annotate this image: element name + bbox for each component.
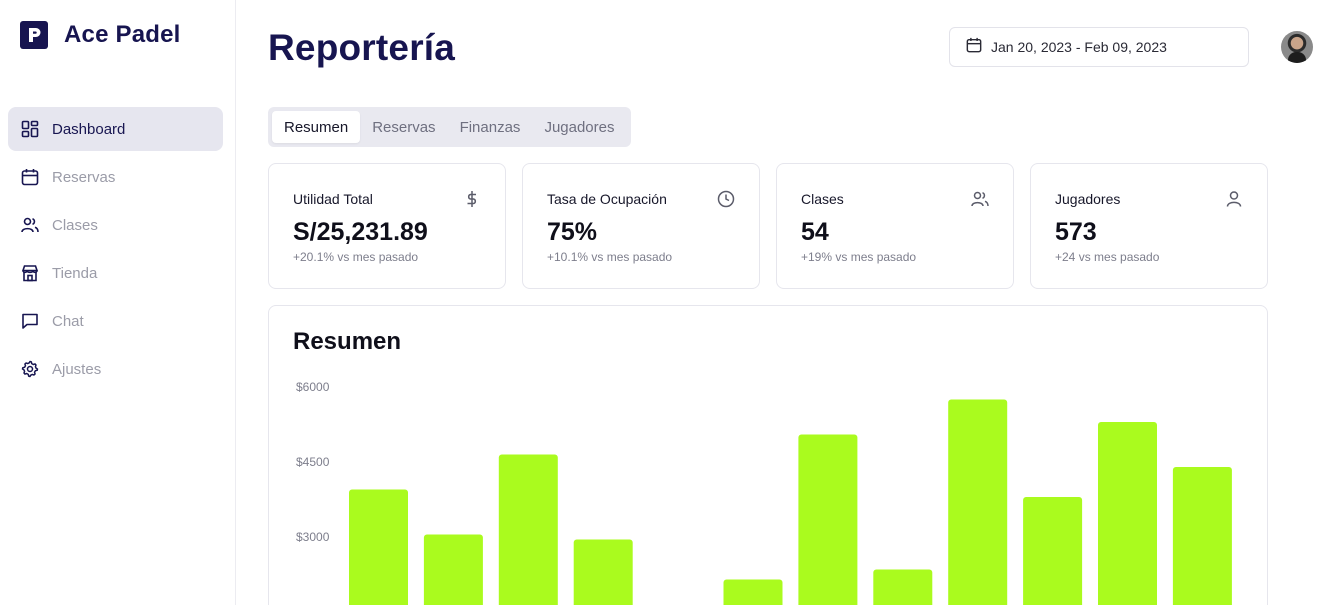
stat-change: +24 vs mes pasado (1055, 250, 1160, 264)
sidebar-item-dashboard[interactable]: Dashboard (8, 107, 223, 151)
stat-title: Tasa de Ocupación (547, 191, 667, 207)
chart-bar[interactable] (349, 489, 408, 605)
y-tick-label: $6000 (296, 380, 330, 394)
stat-title: Jugadores (1055, 191, 1121, 207)
stat-value: S/25,231.89 (293, 218, 428, 246)
stat-value: 75% (547, 218, 598, 246)
users-icon (21, 216, 39, 234)
stat-title: Utilidad Total (293, 191, 373, 207)
date-range-label: Jan 20, 2023 - Feb 09, 2023 (991, 39, 1167, 55)
date-range-picker[interactable]: Jan 20, 2023 - Feb 09, 2023 (949, 27, 1249, 67)
chart-bar[interactable] (1098, 422, 1157, 605)
tab-reservas[interactable]: Reservas (360, 111, 447, 143)
dollar-icon (463, 190, 481, 208)
report-tabs: Resumen Reservas Finanzas Jugadores (268, 107, 631, 147)
chart-bar[interactable] (723, 579, 783, 605)
stat-change: +19% vs mes pasado (801, 250, 917, 264)
stat-card-clases: Clases 54 +19% vs mes pasado (776, 163, 1014, 289)
overview-title: Resumen (293, 328, 402, 355)
calendar-icon (21, 168, 39, 186)
stat-value: 573 (1055, 218, 1097, 246)
sidebar-item-label: Ajustes (52, 360, 102, 378)
sidebar-item-reservas[interactable]: Reservas (8, 155, 223, 199)
avatar[interactable] (1281, 31, 1313, 63)
brand-logo-icon (20, 21, 48, 49)
clock-icon (717, 190, 735, 208)
page-title: Reportería (268, 27, 456, 68)
sidebar-item-chat[interactable]: Chat (8, 299, 223, 343)
stat-card-utilidad-total: Utilidad Total S/25,231.89 +20.1% vs mes… (268, 163, 506, 289)
sidebar-item-label: Reservas (52, 168, 116, 186)
calendar-icon (966, 37, 982, 58)
gear-icon (21, 360, 39, 378)
chart-bar[interactable] (798, 434, 858, 605)
user-icon (1225, 190, 1243, 208)
chart-bar[interactable] (1023, 497, 1083, 605)
tab-resumen[interactable]: Resumen (272, 111, 361, 143)
sidebar-item-label: Dashboard (52, 120, 126, 138)
brand[interactable]: Ace Padel (20, 21, 181, 49)
chart-bar[interactable] (573, 539, 633, 605)
users-icon (971, 190, 989, 208)
chart-bar[interactable] (498, 454, 558, 605)
sidebar-item-label: Clases (52, 216, 98, 234)
overview-bar-chart: $6000 $4500 $3000 (296, 380, 1232, 605)
chart-bar[interactable] (1172, 467, 1232, 605)
chart-bar[interactable] (948, 399, 1008, 605)
sidebar: Ace Padel Dashboard Reservas Clases Tien… (0, 0, 236, 605)
sidebar-nav: Dashboard Reservas Clases Tienda Chat Aj… (8, 107, 223, 395)
stat-card-tasa-ocupacion: Tasa de Ocupación 75% +10.1% vs mes pasa… (522, 163, 760, 289)
chart-bar[interactable] (873, 569, 933, 605)
dashboard-icon (21, 120, 39, 138)
tab-jugadores[interactable]: Jugadores (532, 111, 626, 143)
tab-finanzas[interactable]: Finanzas (448, 111, 533, 143)
sidebar-item-ajustes[interactable]: Ajustes (8, 347, 223, 391)
stat-change: +10.1% vs mes pasado (547, 250, 673, 264)
stat-card-jugadores: Jugadores 573 +24 vs mes pasado (1030, 163, 1268, 289)
sidebar-item-label: Tienda (52, 264, 98, 282)
sidebar-item-label: Chat (52, 312, 84, 330)
stat-value: 54 (801, 218, 829, 246)
chat-icon (21, 312, 39, 330)
stat-change: +20.1% vs mes pasado (293, 250, 419, 264)
y-tick-label: $4500 (296, 455, 330, 469)
stat-title: Clases (801, 191, 844, 207)
sidebar-item-tienda[interactable]: Tienda (8, 251, 223, 295)
brand-name: Ace Padel (64, 21, 181, 48)
sidebar-item-clases[interactable]: Clases (8, 203, 223, 247)
chart-bar[interactable] (423, 534, 483, 605)
store-icon (21, 264, 39, 282)
y-tick-label: $3000 (296, 530, 330, 544)
